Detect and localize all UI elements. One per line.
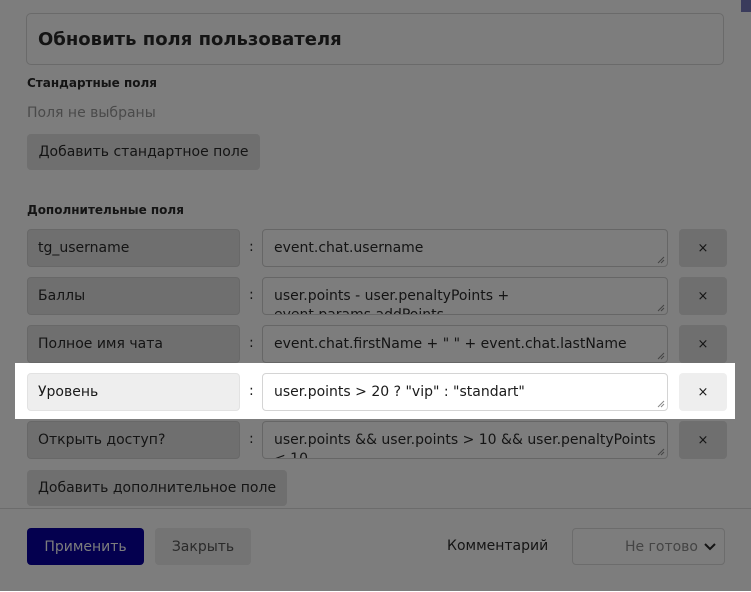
close-button[interactable]: Закрыть [155, 528, 251, 565]
field-value-textarea[interactable]: user.points - user.penaltyPoints + event… [262, 277, 668, 315]
resize-grip-icon[interactable] [657, 304, 665, 312]
separator: : [249, 383, 254, 399]
resize-grip-icon[interactable] [657, 256, 665, 264]
resize-grip-icon[interactable] [657, 352, 665, 360]
remove-field-button[interactable]: × [679, 421, 727, 459]
field-name-input[interactable]: Баллы [27, 277, 240, 315]
extra-field-row: Полное имя чата : event.chat.firstName +… [27, 325, 727, 363]
comment-label[interactable]: Комментарий [447, 538, 548, 554]
field-value-text: event.chat.firstName + " " + event.chat.… [274, 336, 627, 352]
extra-field-row-highlighted: Уровень : user.points > 20 ? "vip" : "st… [27, 373, 727, 411]
field-name-input[interactable]: Уровень [27, 373, 240, 411]
field-value-text: user.points - user.penaltyPoints + event… [274, 288, 510, 315]
update-user-fields-modal: Обновить поля пользователя Стандартные п… [0, 0, 751, 591]
field-name-input[interactable]: Полное имя чата [27, 325, 240, 363]
remove-field-button[interactable]: × [679, 277, 727, 315]
chevron-down-icon [704, 542, 716, 550]
field-name-input[interactable]: Открыть доступ? [27, 421, 240, 459]
field-value-text: user.points > 20 ? "vip" : "standart" [274, 384, 525, 400]
modal-title: Обновить поля пользователя [38, 29, 342, 50]
status-value: Не готово [624, 538, 698, 555]
separator: : [249, 287, 254, 303]
remove-field-button[interactable]: × [679, 325, 727, 363]
resize-grip-icon[interactable] [657, 448, 665, 456]
add-standard-field-button[interactable]: Добавить стандартное поле [27, 134, 260, 170]
resize-grip-icon[interactable] [657, 400, 665, 408]
background-accent [741, 0, 751, 12]
standard-fields-heading: Стандартные поля [27, 76, 157, 90]
no-fields-selected-text: Поля не выбраны [27, 105, 156, 121]
field-value-text: event.chat.username [274, 240, 424, 256]
field-value-text: user.points && user.points > 10 && user.… [274, 432, 656, 459]
extra-fields-heading: Дополнительные поля [27, 203, 184, 217]
field-value-textarea[interactable]: user.points && user.points > 10 && user.… [262, 421, 668, 459]
field-value-textarea[interactable]: user.points > 20 ? "vip" : "standart" [262, 373, 668, 411]
apply-button[interactable]: Применить [27, 528, 144, 565]
separator: : [249, 431, 254, 447]
status-select[interactable]: Не готово [572, 528, 725, 565]
remove-field-button[interactable]: × [679, 229, 727, 267]
field-value-textarea[interactable]: event.chat.firstName + " " + event.chat.… [262, 325, 668, 363]
title-box: Обновить поля пользователя [26, 13, 724, 65]
add-extra-field-button[interactable]: Добавить дополнительное поле [27, 470, 287, 506]
extra-field-row: Открыть доступ? : user.points && user.po… [27, 421, 727, 459]
field-name-input[interactable]: tg_username [27, 229, 240, 267]
separator: : [249, 239, 254, 255]
field-value-textarea[interactable]: event.chat.username [262, 229, 668, 267]
extra-field-row: Баллы : user.points - user.penaltyPoints… [27, 277, 727, 315]
separator: : [249, 335, 254, 351]
extra-field-row: tg_username : event.chat.username × [27, 229, 727, 267]
remove-field-button[interactable]: × [679, 373, 727, 411]
